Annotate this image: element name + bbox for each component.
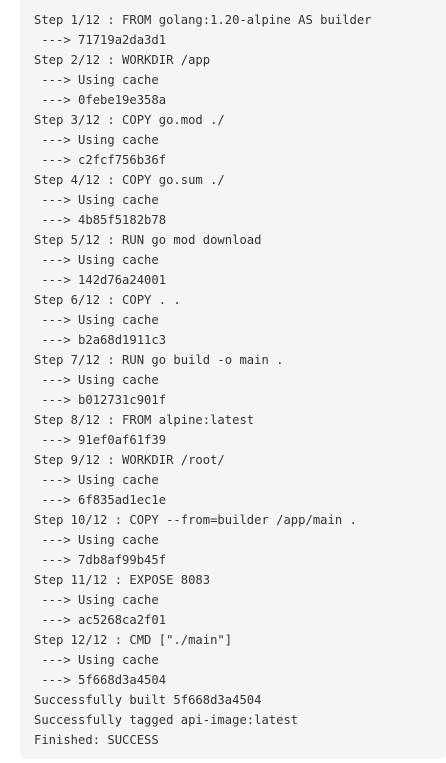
console-line: ---> ac5268ca2f01 [34, 613, 167, 627]
console-line: Step 1/12 : FROM golang:1.20-alpine AS b… [34, 13, 372, 27]
finished-status-line: Finished: SUCCESS [34, 733, 159, 747]
console-line: Step 12/12 : CMD ["./main"] [34, 633, 233, 647]
console-line: Step 3/12 : COPY go.mod ./ [34, 113, 225, 127]
console-line: ---> 71719a2da3d1 [34, 33, 167, 47]
console-line: ---> Using cache [34, 133, 159, 147]
console-output: Step 1/12 : FROM golang:1.20-alpine AS b… [20, 0, 446, 759]
console-line: ---> Using cache [34, 73, 159, 87]
console-line: Step 9/12 : WORKDIR /root/ [34, 453, 225, 467]
console-line: ---> Using cache [34, 473, 159, 487]
console-line: ---> b2a68d1911c3 [34, 333, 167, 347]
build-tagged-line: Successfully tagged api-image:latest [34, 713, 299, 727]
console-line: Step 2/12 : WORKDIR /app [34, 53, 211, 67]
console-line: ---> 91ef0af61f39 [34, 433, 167, 447]
console-line: ---> Using cache [34, 653, 159, 667]
console-line: Step 10/12 : COPY --from=builder /app/ma… [34, 513, 357, 527]
build-success-line: Successfully built 5f668d3a4504 [34, 693, 262, 707]
console-line: ---> Using cache [34, 253, 159, 267]
console-line: Step 8/12 : FROM alpine:latest [34, 413, 255, 427]
console-line: Step 7/12 : RUN go build -o main . [34, 353, 284, 367]
console-line: Step 4/12 : COPY go.sum ./ [34, 173, 225, 187]
console-line: ---> 0febe19e358a [34, 93, 167, 107]
console-line: ---> Using cache [34, 373, 159, 387]
console-line: ---> Using cache [34, 313, 159, 327]
console-line: ---> 7db8af99b45f [34, 553, 167, 567]
console-line: ---> Using cache [34, 593, 159, 607]
console-line: Step 11/12 : EXPOSE 8083 [34, 573, 211, 587]
console-line: ---> 4b85f5182b78 [34, 213, 167, 227]
console-line: ---> 6f835ad1ec1e [34, 493, 167, 507]
console-line: ---> 5f668d3a4504 [34, 673, 167, 687]
console-line: Step 5/12 : RUN go mod download [34, 233, 262, 247]
console-line: ---> Using cache [34, 533, 159, 547]
console-line: ---> 142d76a24001 [34, 273, 167, 287]
console-line: ---> b012731c901f [34, 393, 167, 407]
console-line: ---> Using cache [34, 193, 159, 207]
console-line: Step 6/12 : COPY . . [34, 293, 181, 307]
console-line: ---> c2fcf756b36f [34, 153, 167, 167]
